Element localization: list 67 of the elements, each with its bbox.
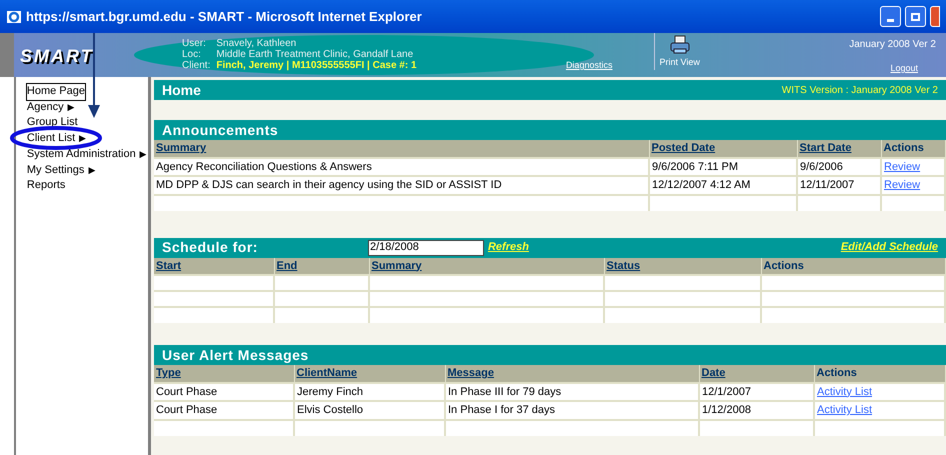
table-cell: 12/1/2007 xyxy=(702,386,751,398)
sidebar-item[interactable]: My Settings ▶ xyxy=(26,162,96,178)
table-cell: 12/11/2007 xyxy=(800,179,854,191)
section-title: Schedule for: xyxy=(162,238,258,257)
sidebar-item[interactable]: Reports xyxy=(26,178,66,194)
table-cell: Jeremy Finch xyxy=(297,386,364,398)
table-cell: In Phase I for 37 days xyxy=(448,404,556,416)
table-cell: In Phase III for 79 days xyxy=(448,386,562,398)
submenu-arrow: ▶ xyxy=(88,164,96,175)
location-name: Middle Earth Treatment Clinic, Gandalf Lane xyxy=(216,49,414,60)
column-sort-link[interactable]: ClientName xyxy=(296,367,358,379)
column-sort-link[interactable]: Type xyxy=(156,367,181,379)
column-header: Actions xyxy=(764,260,804,272)
submenu-arrow: ▶ xyxy=(140,148,147,159)
section-title: User Alert Messages xyxy=(162,346,309,365)
table-cell: Court Phase xyxy=(156,404,218,416)
table-cell: 12/12/2007 4:12 AM xyxy=(652,179,750,191)
column-sort-link[interactable]: Summary xyxy=(156,142,206,154)
user-label: User: xyxy=(182,38,207,49)
column-sort-link[interactable]: Message xyxy=(448,367,494,379)
column-sort-link[interactable]: Date xyxy=(702,367,726,379)
action-link[interactable]: Review xyxy=(884,179,920,191)
edit-schedule-link[interactable]: Edit/Add Schedule xyxy=(840,239,938,256)
location-label: Loc: xyxy=(182,49,202,60)
user-name: Snavely, Kathleen xyxy=(216,38,298,49)
column-sort-link[interactable]: Posted Date xyxy=(652,142,716,154)
sidebar-item[interactable]: System Administration ▶ xyxy=(26,146,147,163)
sidebar-item[interactable]: Agency ▶ xyxy=(26,100,75,116)
action-link[interactable]: Review xyxy=(884,160,920,172)
close-button[interactable] xyxy=(930,6,940,27)
column-header: Actions xyxy=(816,367,857,379)
table-cell: 1/12/2008 xyxy=(702,404,751,416)
logout-link[interactable]: Logout xyxy=(890,62,918,76)
wits-version: WITS Version : January 2008 Ver 2 xyxy=(782,84,938,98)
column-sort-link[interactable]: Summary xyxy=(372,260,422,272)
date-field[interactable]: 2/18/2008 xyxy=(368,240,484,256)
sidebar-item[interactable]: Home Page xyxy=(26,84,85,100)
client-label: Client: xyxy=(182,60,210,71)
page-title: Home xyxy=(162,80,202,100)
table-cell: Elvis Costello xyxy=(297,404,364,416)
version-label: January 2008 Ver 2 xyxy=(849,38,936,52)
client-info: Finch, Jeremy | M1103555555FI | Case #: 1 xyxy=(216,60,417,71)
section-title: Announcements xyxy=(162,120,278,140)
action-link[interactable]: Activity List xyxy=(817,386,872,398)
table-cell: Agency Reconciliation Questions & Answers xyxy=(156,160,372,172)
browser-icon xyxy=(6,8,22,24)
submenu-arrow: ▶ xyxy=(68,102,75,112)
printer-icon xyxy=(668,34,691,56)
submenu-arrow: ▶ xyxy=(79,133,86,144)
table-cell: Court Phase xyxy=(156,386,218,398)
table-cell: MD DPP & DJS can search in their agency using the SID or ASSIST ID xyxy=(156,179,502,191)
sidebar-item[interactable]: Group List xyxy=(26,115,78,132)
diagnostics-link[interactable]: Diagnostics xyxy=(566,59,612,72)
refresh-link[interactable]: Refresh xyxy=(488,239,529,256)
column-sort-link[interactable]: Start xyxy=(156,260,182,272)
restore-button[interactable] xyxy=(905,6,926,27)
window-title: https://smart.bgr.umd.edu - SMART - Microsoft Internet Explorer xyxy=(26,8,423,26)
table-cell: 9/6/2006 7:11 PM xyxy=(652,160,738,172)
table-cell: 9/6/2006 xyxy=(800,160,843,172)
action-link[interactable]: Activity List xyxy=(817,404,872,416)
app-logo: SMART xyxy=(19,45,95,68)
column-sort-link[interactable]: Start Date xyxy=(800,142,852,154)
print-view-label[interactable]: Print View xyxy=(659,56,700,70)
column-sort-link[interactable]: End xyxy=(276,260,298,272)
minimize-button[interactable] xyxy=(880,6,901,27)
column-header: Actions xyxy=(884,142,924,154)
column-sort-link[interactable]: Status xyxy=(606,260,640,272)
